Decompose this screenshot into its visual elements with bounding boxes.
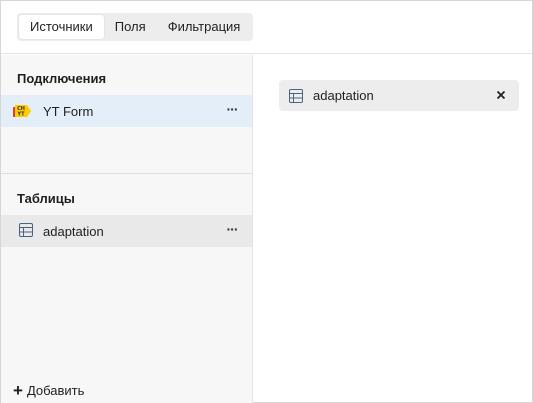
source-editor-panel: Источники Поля Фильтрация Подключения CH… — [0, 0, 533, 403]
tables-title: Таблицы — [17, 191, 75, 206]
add-button[interactable]: + Добавить — [13, 380, 85, 400]
section-divider — [1, 173, 252, 174]
svg-text:YT: YT — [16, 112, 25, 118]
tab-sources[interactable]: Источники — [19, 15, 104, 39]
table-label: adaptation — [43, 223, 104, 239]
table-icon — [19, 222, 33, 240]
more-options-icon[interactable]: ··· — [224, 222, 240, 239]
tab-fields[interactable]: Поля — [104, 15, 157, 39]
table-icon — [289, 88, 303, 103]
header-bar: Источники Поля Фильтрация — [1, 1, 532, 54]
connections-title: Подключения — [17, 71, 107, 86]
yt-connection-icon: CH YT — [13, 103, 33, 119]
chip-label: adaptation — [313, 88, 374, 103]
add-label: Добавить — [26, 383, 85, 398]
tabs-switcher: Источники Поля Фильтрация — [17, 13, 254, 41]
table-item-adaptation[interactable]: adaptation ··· — [1, 215, 252, 247]
sidebar: Подключения CH YT YT Form ··· Таблицы ad… — [1, 55, 253, 403]
tab-filtering[interactable]: Фильтрация — [157, 15, 252, 39]
close-icon[interactable] — [494, 88, 508, 102]
more-options-icon[interactable]: ··· — [224, 102, 240, 119]
selected-table-chip[interactable]: adaptation — [279, 80, 519, 111]
plus-icon: + — [13, 380, 23, 400]
connection-item-yt-form[interactable]: CH YT YT Form ··· — [1, 95, 252, 127]
connection-label: YT Form — [43, 103, 94, 119]
